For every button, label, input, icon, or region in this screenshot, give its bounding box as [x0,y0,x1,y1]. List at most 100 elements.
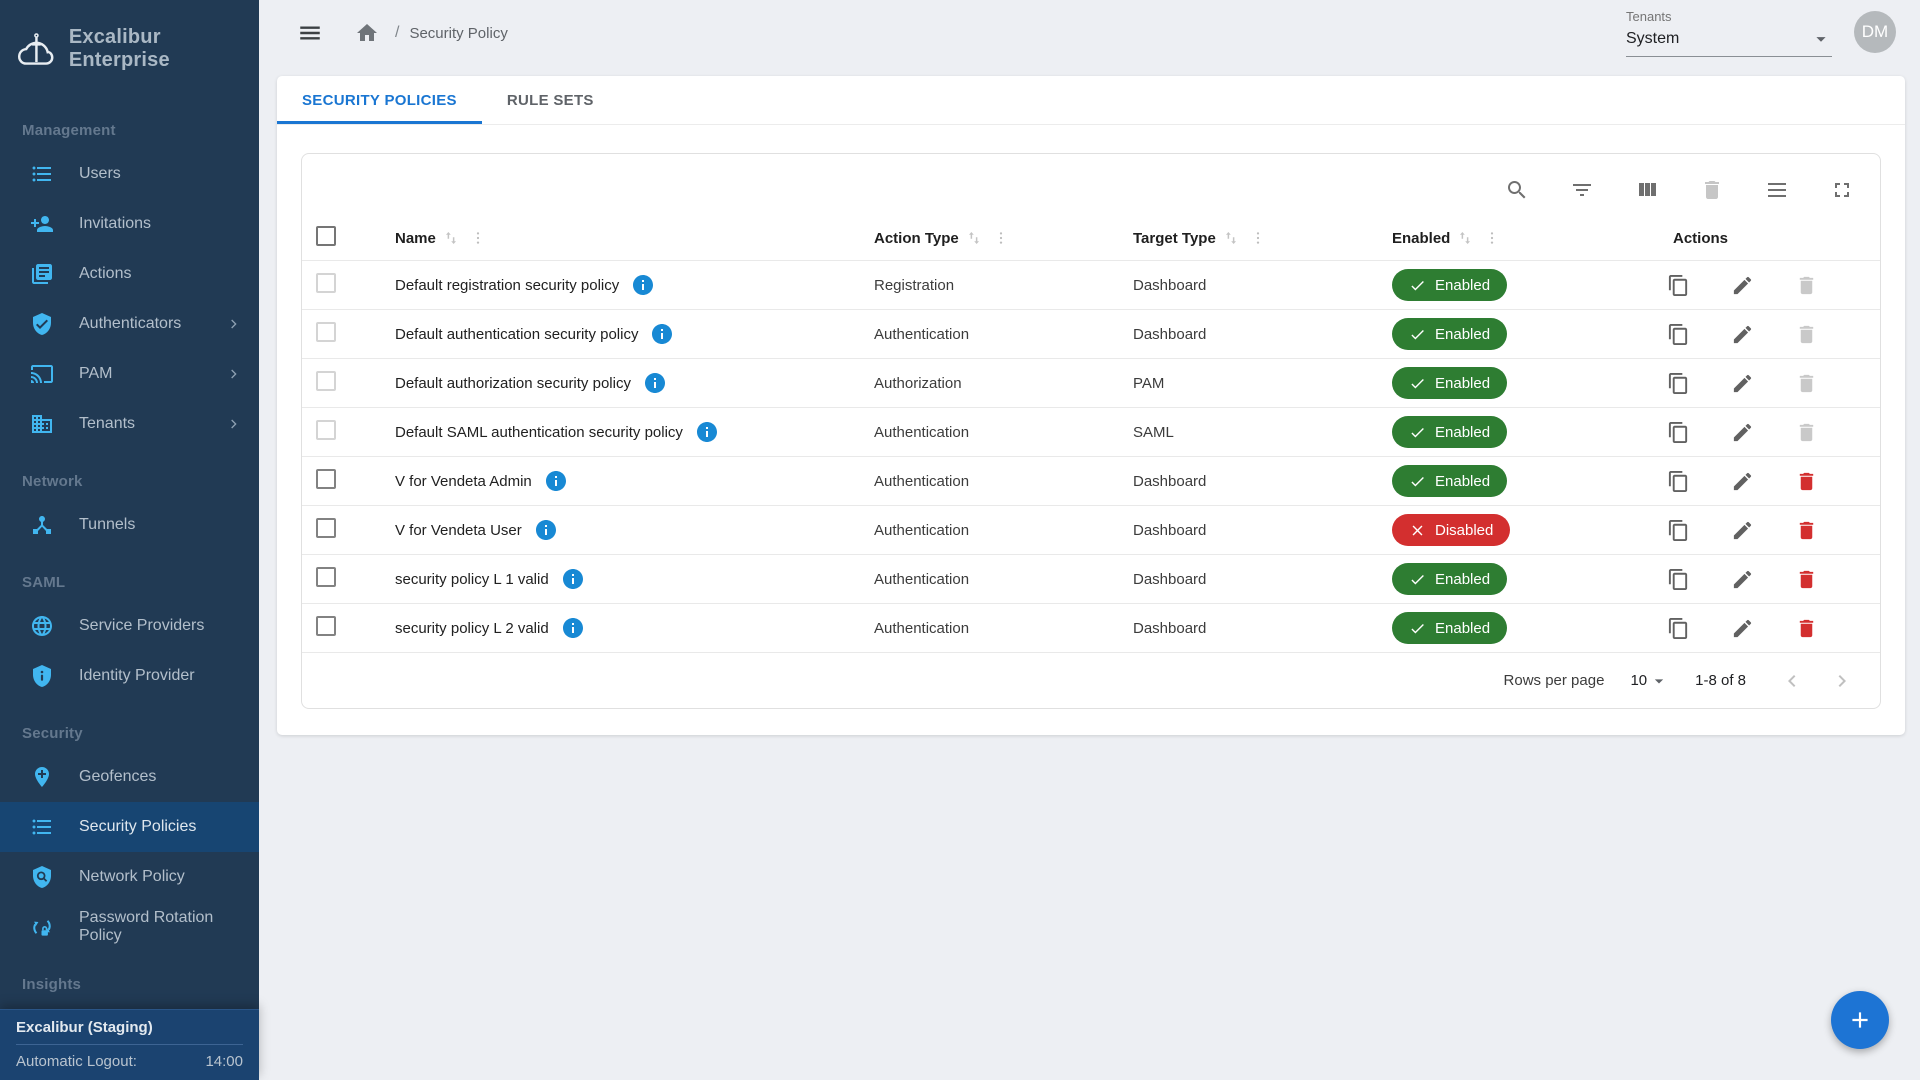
sort-icon[interactable] [965,229,983,247]
sidebar-item-geofences[interactable]: Geofences [0,752,259,802]
row-checkbox[interactable] [316,371,336,391]
info-icon[interactable] [561,567,585,591]
sidebar-item-security-policies[interactable]: Security Policies [0,802,259,852]
menu-toggle-button[interactable] [293,16,327,50]
delete-button[interactable] [1791,270,1822,301]
row-checkbox[interactable] [316,469,336,489]
section-label-security: Security [0,701,259,752]
info-icon[interactable] [643,371,667,395]
tab-security-policies[interactable]: SECURITY POLICIES [277,76,482,124]
delete-button[interactable] [1791,368,1822,399]
shield-scan-icon [30,865,54,889]
excalibur-logo-icon [18,28,55,70]
edit-button[interactable] [1727,319,1758,350]
search-button[interactable] [1501,174,1533,206]
column-menu-icon[interactable] [993,230,1009,246]
policy-name: V for Vendeta User [395,522,522,539]
copy-button[interactable] [1663,319,1694,350]
sidebar-item-users[interactable]: Users [0,149,259,199]
row-checkbox[interactable] [316,273,336,293]
edit-icon [1731,470,1754,493]
sidebar-item-network-policy[interactable]: Network Policy [0,852,259,902]
tenant-select[interactable]: Tenants System [1626,9,1832,57]
filter-button[interactable] [1566,174,1598,206]
fullscreen-button[interactable] [1826,174,1858,206]
copy-button[interactable] [1663,270,1694,301]
edit-button[interactable] [1727,564,1758,595]
column-header-actions: Actions [1651,230,1880,247]
check-icon [1409,473,1426,490]
edit-button[interactable] [1727,466,1758,497]
sidebar-item-pam[interactable]: PAM [0,349,259,399]
status-badge: Disabled [1392,514,1510,546]
copy-button[interactable] [1663,417,1694,448]
table-row: Default authentication security policy A… [302,309,1880,358]
user-avatar[interactable]: DM [1854,11,1896,53]
sidebar-item-service-providers[interactable]: Service Providers [0,601,259,651]
row-checkbox[interactable] [316,518,336,538]
copy-button[interactable] [1663,368,1694,399]
home-button[interactable] [351,17,383,49]
tab-rule-sets[interactable]: RULE SETS [482,76,619,124]
delete-button[interactable] [1791,564,1822,595]
sidebar-item-password-rotation-policy[interactable]: Password Rotation Policy [0,902,259,952]
sidebar-item-actions[interactable]: Actions [0,249,259,299]
check-icon [1409,326,1426,343]
delete-button[interactable] [1791,319,1822,350]
rows-per-page-select[interactable]: 10 [1630,671,1669,691]
edit-button[interactable] [1727,270,1758,301]
edit-button[interactable] [1727,368,1758,399]
sidebar-item-invitations[interactable]: Invitations [0,199,259,249]
info-icon[interactable] [534,518,558,542]
sort-icon[interactable] [1222,229,1240,247]
trash-icon [1795,372,1818,395]
library-icon [30,262,54,286]
info-icon[interactable] [544,469,568,493]
table-row: security policy L 2 valid Authentication… [302,603,1880,652]
row-checkbox[interactable] [316,567,336,587]
sidebar-item-tenants[interactable]: Tenants [0,399,259,449]
sort-icon[interactable] [1456,229,1474,247]
copy-button[interactable] [1663,613,1694,644]
edit-button[interactable] [1727,417,1758,448]
column-menu-icon[interactable] [1250,230,1266,246]
row-checkbox[interactable] [316,420,336,440]
delete-button[interactable] [1791,515,1822,546]
row-checkbox[interactable] [316,322,336,342]
next-page-button[interactable] [1826,665,1858,697]
auto-logout-timer: 14:00 [205,1053,243,1070]
copy-button[interactable] [1663,515,1694,546]
density-button[interactable] [1761,174,1793,206]
table-row: Default authorization security policy Au… [302,358,1880,407]
info-icon[interactable] [561,616,585,640]
dropdown-arrow-icon [1649,671,1669,691]
check-icon [1409,277,1426,294]
copy-button[interactable] [1663,466,1694,497]
info-icon[interactable] [650,322,674,346]
previous-page-button[interactable] [1776,665,1808,697]
row-checkbox[interactable] [316,616,336,636]
info-icon[interactable] [695,420,719,444]
sidebar-item-authenticators[interactable]: Authenticators [0,299,259,349]
chevron-left-icon [1780,669,1804,693]
delete-button[interactable] [1791,417,1822,448]
info-icon[interactable] [631,273,655,297]
edit-button[interactable] [1727,515,1758,546]
select-all-checkbox[interactable] [316,226,336,246]
delete-button[interactable] [1791,466,1822,497]
sort-icon[interactable] [442,229,460,247]
copy-icon [1667,323,1690,346]
bulk-delete-button[interactable] [1696,174,1728,206]
copy-button[interactable] [1663,564,1694,595]
edit-button[interactable] [1727,613,1758,644]
list-icon [30,815,54,839]
delete-button[interactable] [1791,613,1822,644]
sidebar-item-tunnels[interactable]: Tunnels [0,500,259,550]
add-policy-fab[interactable] [1831,991,1889,1049]
trash-icon [1795,617,1818,640]
columns-button[interactable] [1631,174,1663,206]
column-menu-icon[interactable] [470,230,486,246]
sidebar-item-identity-provider[interactable]: Identity Provider [0,651,259,701]
column-menu-icon[interactable] [1484,230,1500,246]
person-add-icon [30,212,54,236]
